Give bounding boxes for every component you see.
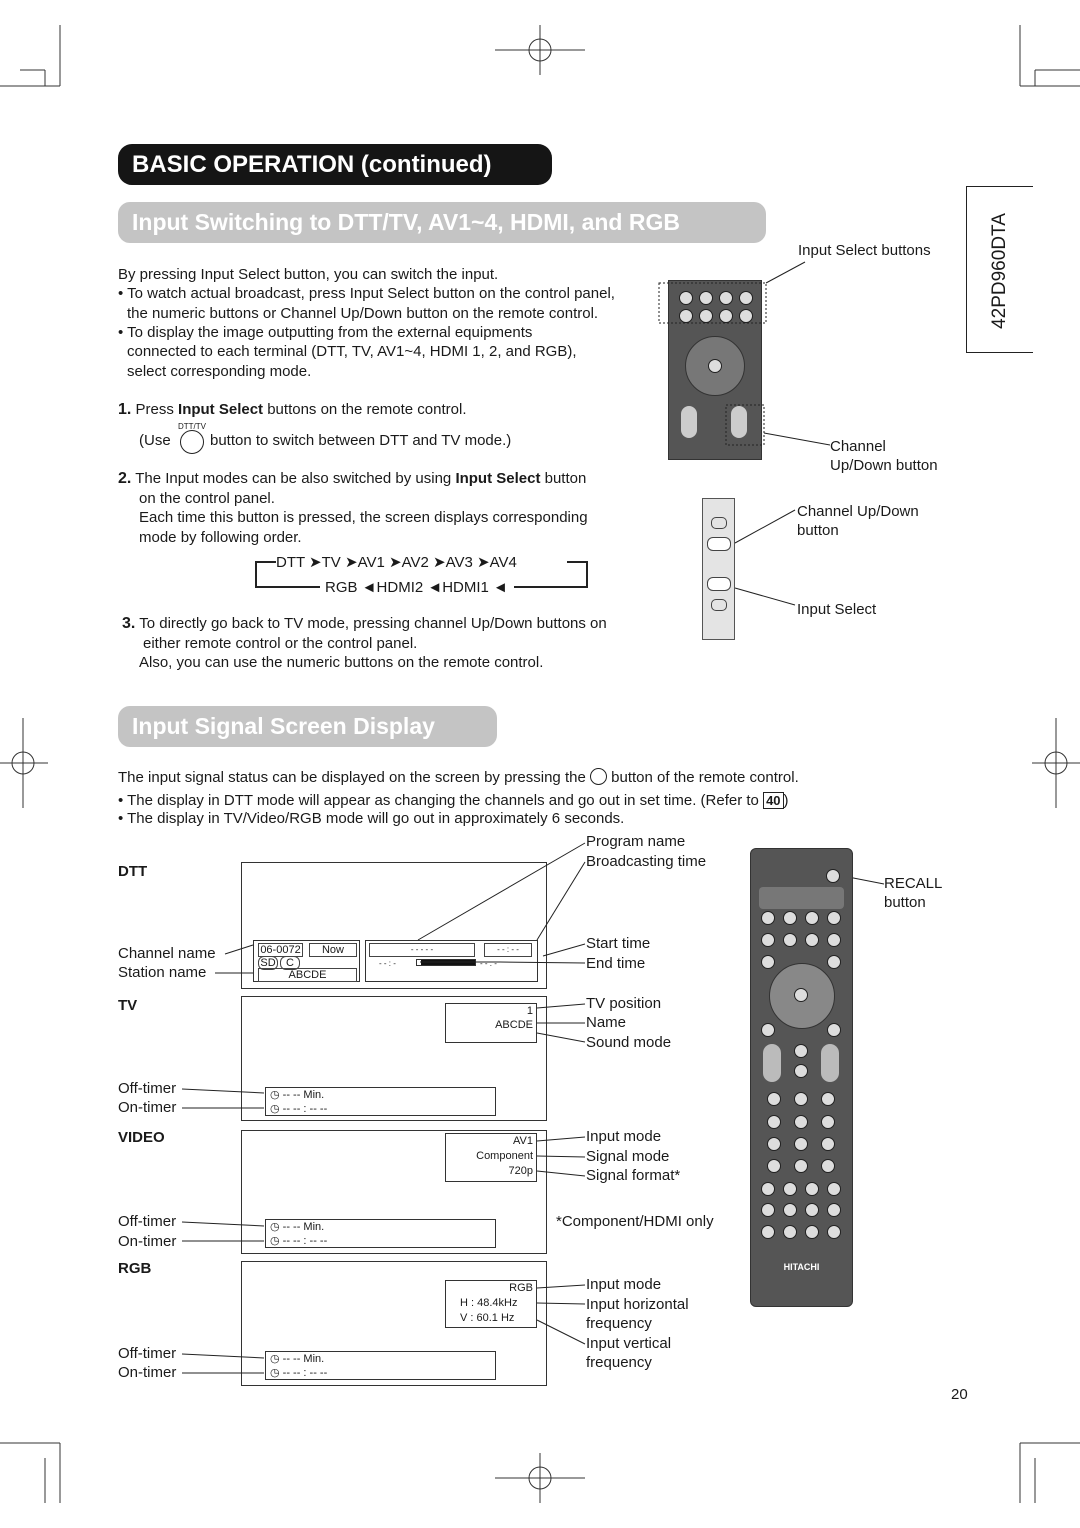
- callout-recall: button: [884, 894, 926, 911]
- callout-lines-2: [181, 842, 885, 1374]
- callout-recall: RECALL: [884, 875, 943, 892]
- manual-page: BASIC OPERATION (continued) 42PD960DTA I…: [0, 0, 1080, 1528]
- remote-control-image: HITACHI: [750, 848, 853, 1307]
- page-number: 20: [951, 1386, 968, 1403]
- remote-brand-logo: HITACHI: [783, 1262, 820, 1272]
